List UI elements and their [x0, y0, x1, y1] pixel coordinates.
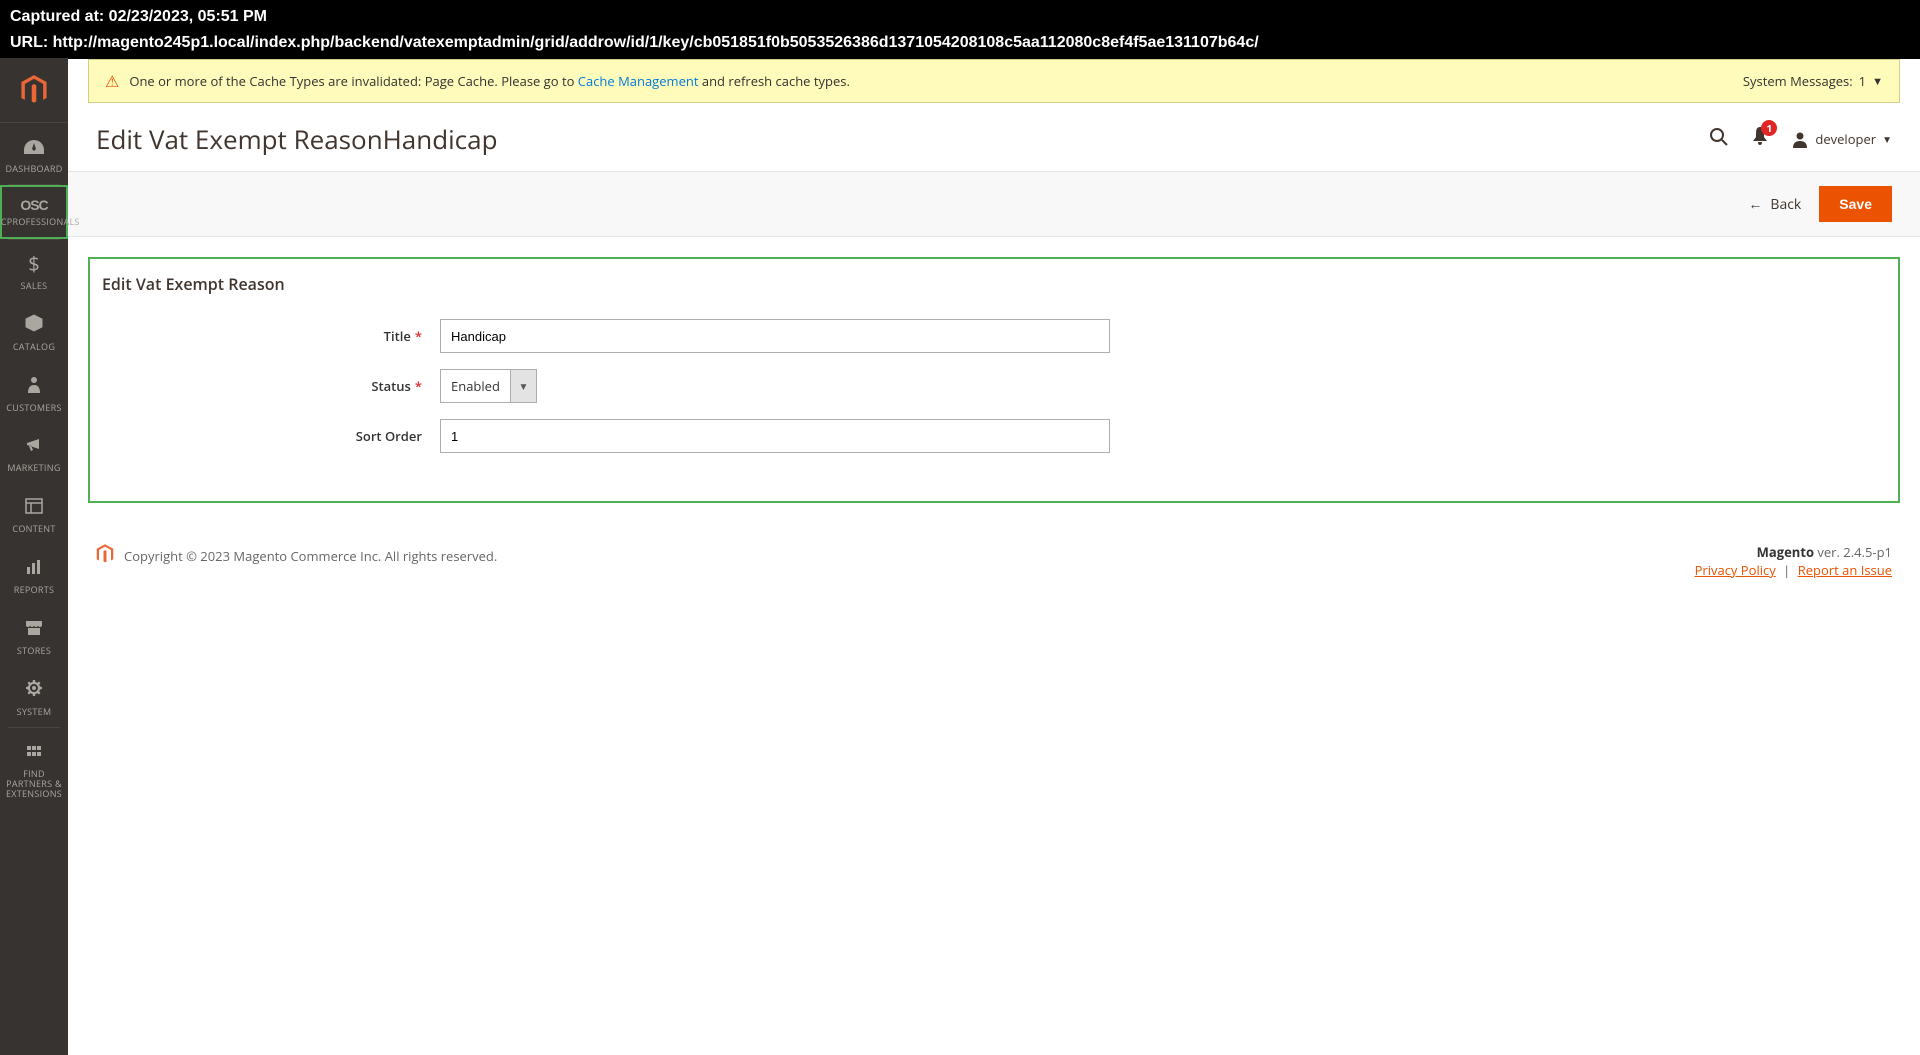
search-icon[interactable] [1709, 126, 1729, 153]
sort-order-label: Sort Order [90, 427, 440, 445]
chevron-down-icon: ▼ [1882, 132, 1892, 146]
user-menu[interactable]: developer ▼ [1791, 130, 1892, 148]
sidebar-item-partners[interactable]: FIND PARTNERS & EXTENSIONS [0, 728, 68, 809]
partners-icon [25, 738, 43, 765]
dashboard-icon [24, 133, 44, 160]
sidebar-item-content[interactable]: CONTENT [0, 483, 68, 544]
marketing-icon [25, 432, 43, 459]
sidebar-label: SALES [21, 281, 48, 291]
gear-icon [25, 676, 43, 703]
osc-icon: OSC [20, 197, 47, 213]
dollar-icon: $ [28, 250, 39, 277]
catalog-icon [25, 311, 43, 338]
copyright-text: Copyright © 2023 Magento Commerce Inc. A… [124, 547, 497, 565]
system-message-text: One or more of the Cache Types are inval… [129, 72, 1743, 90]
sidebar-label: CATALOG [13, 342, 55, 352]
content-icon [25, 493, 43, 520]
sidebar-item-system[interactable]: SYSTEM [0, 666, 68, 727]
reports-icon [25, 554, 43, 581]
sidebar-label: STORES [17, 646, 51, 656]
form-row-sort-order: Sort Order [90, 411, 1898, 461]
sort-order-input[interactable] [440, 419, 1110, 453]
user-name: developer [1815, 130, 1876, 148]
warning-icon: ⚠ [105, 70, 119, 92]
sidebar-item-catalog[interactable]: CATALOG [0, 301, 68, 362]
page-header: Edit Vat Exempt ReasonHandicap 1 develop… [68, 103, 1920, 171]
report-issue-link[interactable]: Report an Issue [1798, 561, 1892, 579]
capture-bar: Captured at: 02/23/2023, 05:51 PM URL: h… [0, 0, 1920, 59]
sidebar-label: OSCPROFESSIONALS [0, 217, 80, 227]
sidebar-label: REPORTS [14, 585, 55, 595]
admin-sidebar: DASHBOARD OSC OSCPROFESSIONALS $ SALES C… [0, 58, 68, 1055]
sidebar-item-dashboard[interactable]: DASHBOARD [0, 123, 68, 184]
sidebar-item-sales[interactable]: $ SALES [0, 240, 68, 301]
save-button[interactable]: Save [1819, 186, 1892, 222]
chevron-down-icon: ▼ [510, 370, 536, 402]
notifications-button[interactable]: 1 [1751, 126, 1769, 152]
capture-url: URL: http://magento245p1.local/index.php… [10, 30, 1910, 56]
edit-form-panel: Edit Vat Exempt Reason Title* Status* En… [88, 257, 1900, 503]
user-icon [1791, 130, 1809, 148]
sidebar-item-marketing[interactable]: MARKETING [0, 422, 68, 483]
page-title: Edit Vat Exempt ReasonHandicap [96, 121, 1709, 157]
privacy-policy-link[interactable]: Privacy Policy [1695, 561, 1776, 579]
form-panel-title: Edit Vat Exempt Reason [90, 259, 1898, 311]
customers-icon [27, 372, 41, 399]
form-row-title: Title* [90, 311, 1898, 361]
sidebar-item-reports[interactable]: REPORTS [0, 544, 68, 605]
arrow-left-icon: ← [1748, 195, 1762, 214]
magento-logo[interactable] [0, 58, 68, 123]
sidebar-label: DASHBOARD [5, 164, 62, 174]
sidebar-item-oscprofessionals[interactable]: OSC OSCPROFESSIONALS [0, 185, 68, 239]
sidebar-item-stores[interactable]: STORES [0, 605, 68, 666]
version-text: Magento ver. 2.4.5-p1 [1695, 543, 1892, 561]
system-message-banner: ⚠ One or more of the Cache Types are inv… [88, 59, 1900, 103]
form-row-status: Status* Enabled ▼ [90, 361, 1898, 411]
footer: Copyright © 2023 Magento Commerce Inc. A… [68, 523, 1920, 599]
title-label: Title* [90, 327, 440, 345]
sidebar-label: FIND PARTNERS & EXTENSIONS [2, 769, 66, 799]
notification-badge: 1 [1761, 120, 1777, 136]
back-button[interactable]: ← Back [1748, 195, 1801, 214]
status-value: Enabled [441, 370, 510, 402]
chevron-down-icon: ▼ [1872, 74, 1883, 89]
sidebar-label: CUSTOMERS [6, 403, 61, 413]
sidebar-label: SYSTEM [17, 707, 52, 717]
status-select[interactable]: Enabled ▼ [440, 369, 537, 403]
capture-timestamp: Captured at: 02/23/2023, 05:51 PM [10, 4, 1910, 30]
system-messages-toggle[interactable]: System Messages: 1 ▼ [1743, 72, 1883, 90]
sidebar-label: CONTENT [12, 524, 55, 534]
sidebar-label: MARKETING [7, 463, 60, 473]
status-label: Status* [90, 377, 440, 395]
magento-logo-small [96, 543, 114, 569]
stores-icon [25, 615, 43, 642]
sidebar-item-customers[interactable]: CUSTOMERS [0, 362, 68, 423]
title-input[interactable] [440, 319, 1110, 353]
cache-management-link[interactable]: Cache Management [578, 72, 699, 90]
action-bar: ← Back Save [68, 171, 1920, 237]
